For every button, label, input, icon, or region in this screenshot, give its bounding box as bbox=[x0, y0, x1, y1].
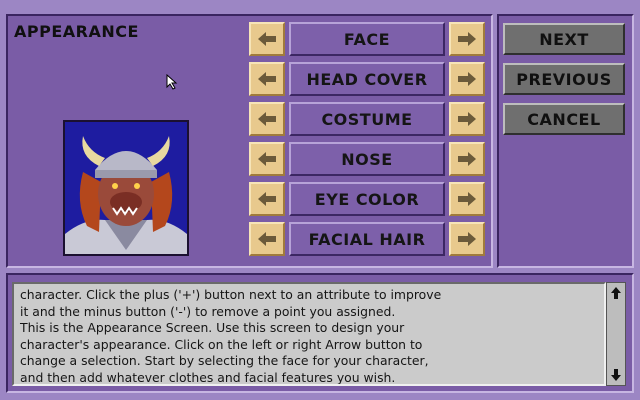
arrow-left-icon bbox=[258, 32, 276, 46]
arrow-right-icon bbox=[458, 152, 476, 166]
costume-next-button[interactable] bbox=[449, 102, 485, 136]
attribute-row-facial-hair: FACIAL HAIR bbox=[249, 222, 485, 256]
help-line: character. Click the plus ('+') button n… bbox=[20, 287, 442, 302]
scroll-down-button[interactable] bbox=[608, 367, 624, 383]
arrow-left-icon bbox=[258, 112, 276, 126]
costume-prev-button[interactable] bbox=[249, 102, 285, 136]
facial-hair-next-button[interactable] bbox=[449, 222, 485, 256]
scroll-down-icon bbox=[611, 369, 621, 381]
attribute-row-eye-color: EYE COLOR bbox=[249, 182, 485, 216]
arrow-left-icon bbox=[258, 192, 276, 206]
head-cover-label: HEAD COVER bbox=[289, 62, 445, 96]
mouse-pointer-icon bbox=[166, 74, 178, 90]
help-line: and then add whatever clothes and facial… bbox=[20, 369, 396, 385]
screen-title: APPEARANCE bbox=[14, 22, 139, 41]
help-line: it and the minus button ('-') to remove … bbox=[20, 303, 396, 319]
next-button[interactable]: NEXT bbox=[503, 23, 625, 55]
previous-button[interactable]: PREVIOUS bbox=[503, 63, 625, 95]
help-line: change a selection. Start by selecting t… bbox=[20, 353, 429, 369]
attribute-row-nose: NOSE bbox=[249, 142, 485, 176]
eye-color-next-button[interactable] bbox=[449, 182, 485, 216]
head-cover-next-button[interactable] bbox=[449, 62, 485, 96]
arrow-right-icon bbox=[458, 72, 476, 86]
nose-label: NOSE bbox=[289, 142, 445, 176]
arrow-right-icon bbox=[458, 232, 476, 246]
scroll-up-button[interactable] bbox=[608, 285, 624, 301]
arrow-left-icon bbox=[258, 72, 276, 86]
help-scrollbar[interactable] bbox=[606, 282, 626, 386]
face-label: FACE bbox=[289, 22, 445, 56]
arrow-left-icon bbox=[258, 152, 276, 166]
arrow-right-icon bbox=[458, 32, 476, 46]
head-cover-prev-button[interactable] bbox=[249, 62, 285, 96]
face-next-button[interactable] bbox=[449, 22, 485, 56]
nose-next-button[interactable] bbox=[449, 142, 485, 176]
facial-hair-prev-button[interactable] bbox=[249, 222, 285, 256]
costume-label: COSTUME bbox=[289, 102, 445, 136]
arrow-left-icon bbox=[258, 232, 276, 246]
help-line: character's appearance. Click on the lef… bbox=[20, 336, 423, 352]
arrow-right-icon bbox=[458, 112, 476, 126]
facial-hair-label: FACIAL HAIR bbox=[289, 222, 445, 256]
arrow-right-icon bbox=[458, 192, 476, 206]
attribute-row-costume: COSTUME bbox=[249, 102, 485, 136]
attribute-row-face: FACE bbox=[249, 22, 485, 56]
face-prev-button[interactable] bbox=[249, 22, 285, 56]
eye-color-label: EYE COLOR bbox=[289, 182, 445, 216]
nose-prev-button[interactable] bbox=[249, 142, 285, 176]
cancel-button[interactable]: CANCEL bbox=[503, 103, 625, 135]
help-text-box[interactable]: character. Click the plus ('+') button n… bbox=[12, 282, 606, 386]
character-portrait bbox=[63, 120, 189, 256]
scroll-up-icon bbox=[611, 287, 621, 299]
eye-color-prev-button[interactable] bbox=[249, 182, 285, 216]
help-line: This is the Appearance Screen. Use this … bbox=[20, 320, 405, 336]
attribute-row-head-cover: HEAD COVER bbox=[249, 62, 485, 96]
